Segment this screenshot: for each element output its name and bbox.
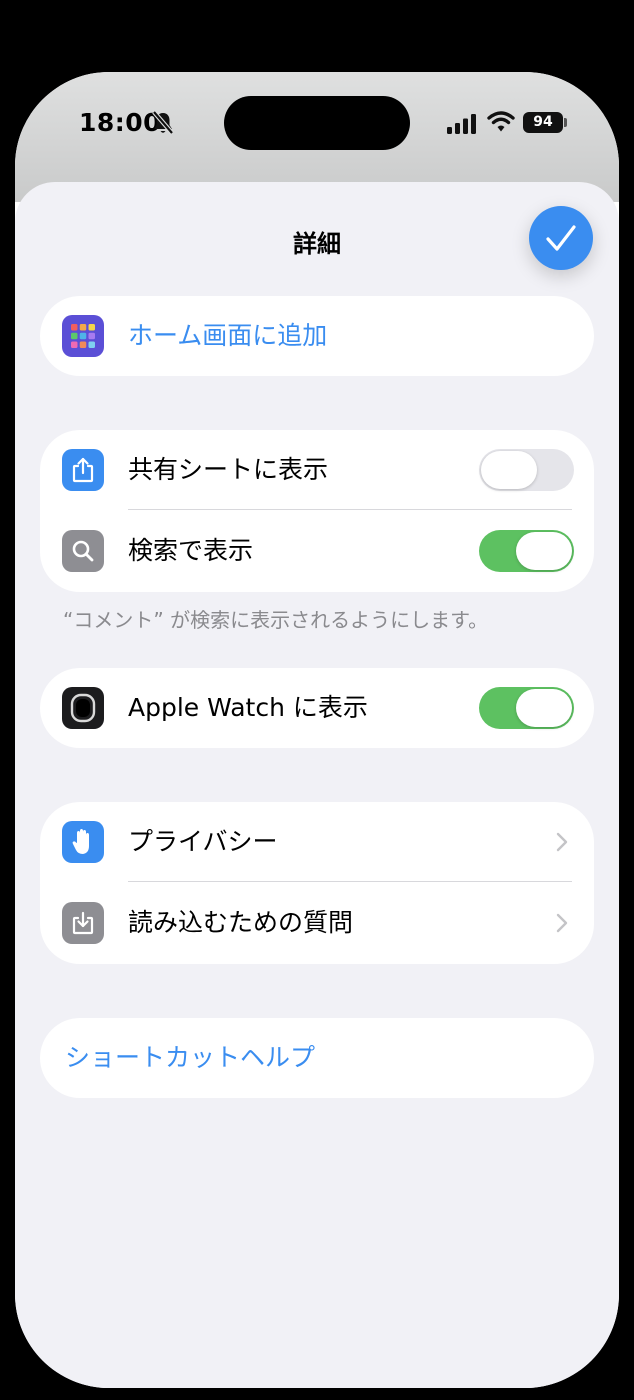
share-sheet-toggle[interactable] — [479, 449, 574, 491]
watch-label: Apple Watch に表示 — [128, 693, 368, 722]
battery-tip — [564, 118, 567, 127]
bell-slash-icon — [152, 110, 174, 135]
search-footnote: “コメント” が検索に表示されるようにします。 — [63, 608, 489, 632]
app-grid-icon — [62, 315, 104, 357]
magnifying-glass-icon — [62, 530, 104, 572]
share-sheet-label: 共有シートに表示 — [128, 455, 329, 484]
battery-indicator: 94 — [523, 112, 563, 133]
toggle-knob — [516, 689, 572, 727]
toggle-knob — [481, 451, 537, 489]
info-card: プライバシー 読み込むための質問 — [40, 802, 594, 964]
phone-screen: 18:00 94 詳細 ホーム画面に追加 共有シートに表示 検索で表示 “コメン… — [15, 72, 619, 1388]
wifi-icon — [487, 111, 515, 132]
dynamic-island — [224, 96, 410, 150]
privacy-row[interactable]: プライバシー — [40, 802, 594, 882]
search-toggle[interactable] — [479, 530, 574, 572]
add-to-home-label: ホーム画面に追加 — [128, 321, 328, 350]
download-tray-icon — [62, 902, 104, 944]
add-to-home-row[interactable]: ホーム画面に追加 — [40, 296, 594, 376]
done-button[interactable] — [529, 206, 593, 270]
checkmark-icon — [546, 225, 576, 251]
sharing-card: 共有シートに表示 検索で表示 — [40, 430, 594, 592]
shortcuts-help-link: ショートカットヘルプ — [65, 1043, 316, 1072]
search-label: 検索で表示 — [128, 536, 254, 565]
share-sheet-row: 共有シートに表示 — [40, 430, 594, 510]
help-card: ショートカットヘルプ — [40, 1018, 594, 1098]
add-to-home-card: ホーム画面に追加 — [40, 296, 594, 376]
chevron-right-icon — [556, 913, 568, 933]
chevron-right-icon — [556, 832, 568, 852]
privacy-label: プライバシー — [128, 827, 278, 856]
share-icon — [62, 449, 104, 491]
watch-row: Apple Watch に表示 — [40, 668, 594, 748]
toggle-knob — [516, 532, 572, 570]
status-time: 18:00 — [79, 108, 162, 137]
import-questions-label: 読み込むための質問 — [128, 908, 354, 937]
watch-card: Apple Watch に表示 — [40, 668, 594, 748]
cellular-signal-icon — [447, 114, 476, 134]
shortcuts-help-row[interactable]: ショートカットヘルプ — [40, 1018, 594, 1098]
import-questions-row[interactable]: 読み込むための質問 — [40, 882, 594, 964]
watch-toggle[interactable] — [479, 687, 574, 729]
search-row: 検索で表示 — [40, 510, 594, 592]
details-sheet: 詳細 ホーム画面に追加 共有シートに表示 検索で表示 “コメント” が検索に表示… — [15, 182, 619, 1388]
hand-icon — [62, 821, 104, 863]
apple-watch-icon — [62, 687, 104, 729]
